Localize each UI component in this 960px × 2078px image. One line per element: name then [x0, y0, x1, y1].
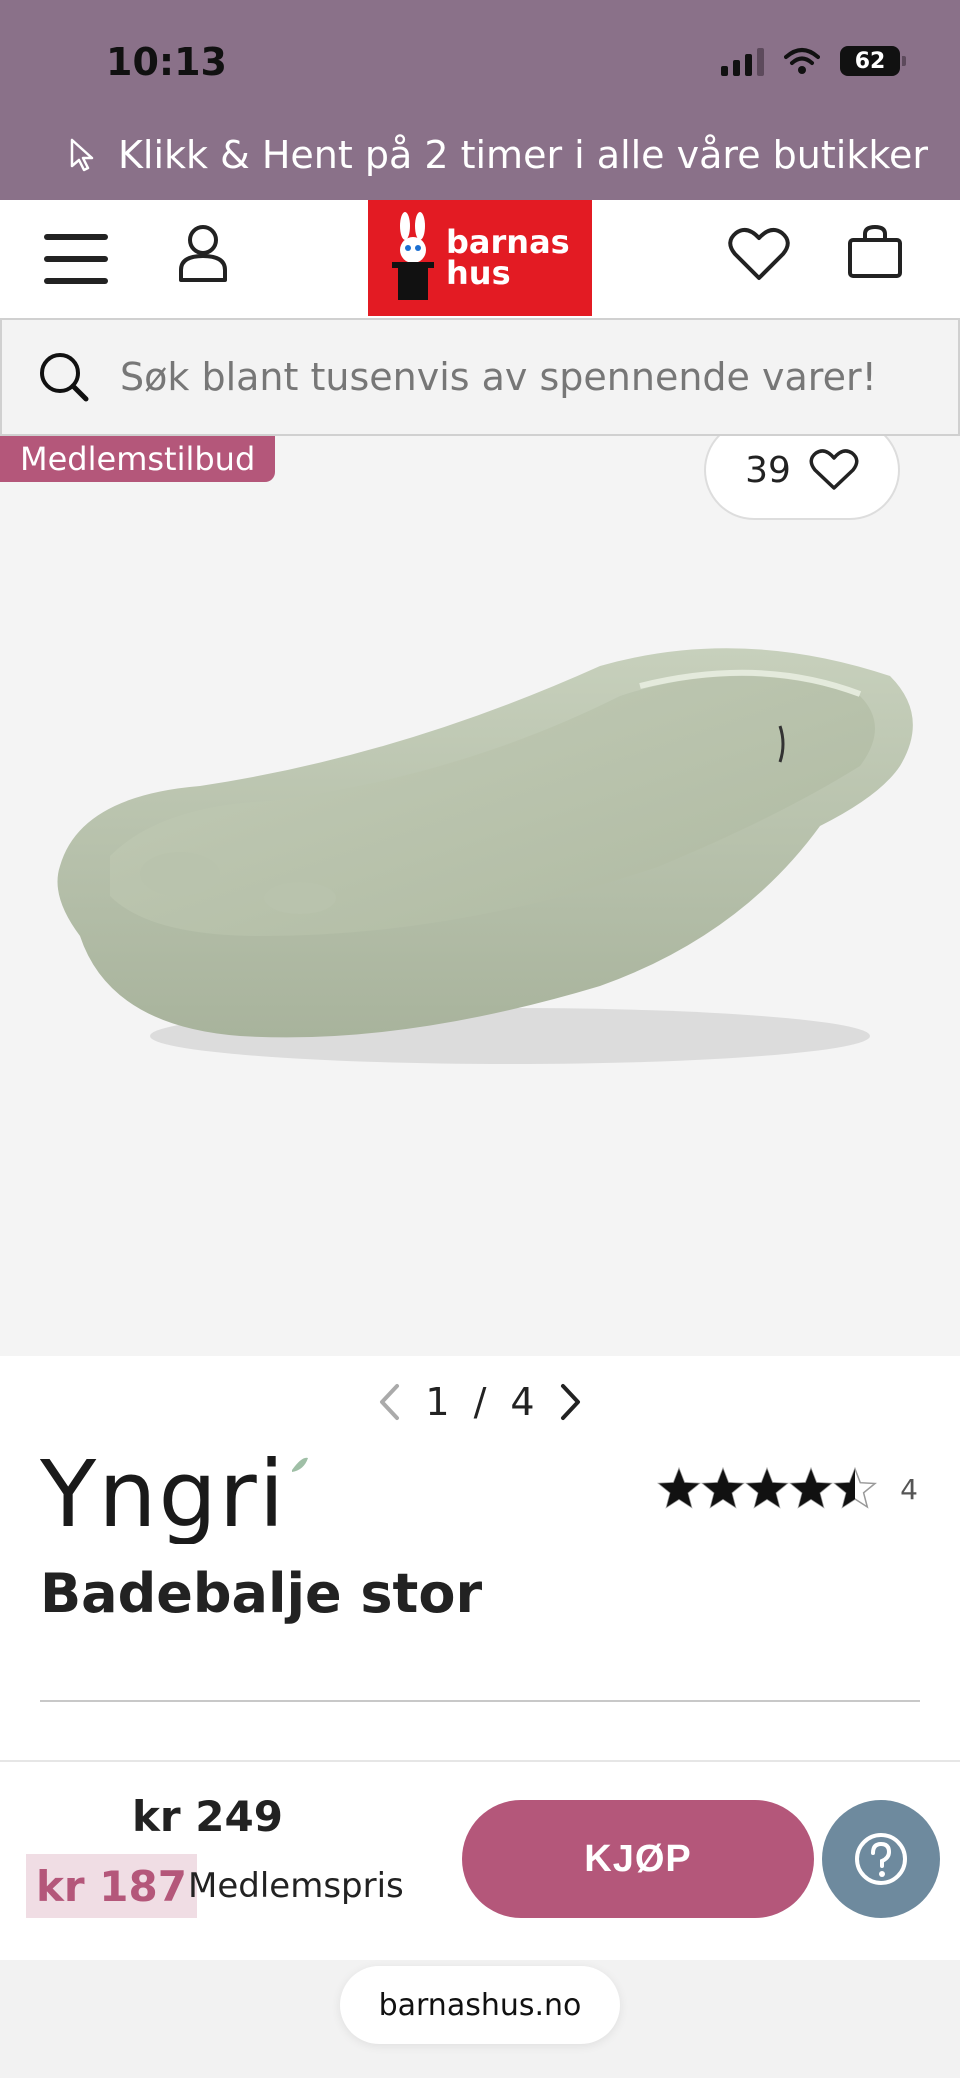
favorite-button[interactable]: 39: [704, 436, 900, 520]
top-banner: 10:13 62 Klikk & Hent på 2 timer i alle …: [0, 0, 960, 200]
promo-text: Klikk & Hent på 2 timer i alle våre buti…: [118, 133, 928, 177]
promo-banner[interactable]: Klikk & Hent på 2 timer i alle våre buti…: [68, 133, 928, 177]
question-icon: [855, 1833, 907, 1885]
wishlist-icon[interactable]: [728, 226, 790, 282]
chevron-right-icon[interactable]: [559, 1383, 583, 1421]
product-rating[interactable]: 4: [656, 1466, 918, 1512]
account-icon[interactable]: [176, 222, 230, 284]
rating-count: 4: [900, 1472, 918, 1506]
rating-star: [659, 1469, 700, 1507]
svg-text:Yngri: Yngri: [40, 1448, 286, 1544]
menu-icon[interactable]: [44, 234, 108, 284]
rabbit-hat-icon: [392, 212, 434, 300]
cellular-signal-icon: [721, 46, 764, 76]
favorite-count: 39: [745, 449, 791, 491]
site-logo[interactable]: barnas hus: [368, 200, 592, 316]
page-total: 4: [510, 1380, 535, 1424]
buy-bar: kr 249 kr 187 Medlemspris KJØP: [0, 1760, 960, 1960]
divider: [40, 1700, 920, 1702]
help-button[interactable]: [822, 1800, 940, 1918]
battery-icon: 62: [840, 46, 906, 76]
brand-logo[interactable]: Yngri: [40, 1448, 310, 1544]
status-time: 10:13: [106, 40, 227, 84]
rating-star: [747, 1469, 788, 1507]
product-image[interactable]: [40, 636, 920, 1096]
logo-text: barnas hus: [446, 223, 570, 292]
rating-stars: [657, 1466, 878, 1509]
page-current: 1: [425, 1380, 450, 1424]
cart-icon[interactable]: [846, 224, 904, 280]
member-price-label: Medlemspris: [188, 1866, 404, 1906]
chevron-left-icon[interactable]: [377, 1383, 401, 1421]
gallery-pager: 1 / 4: [0, 1380, 960, 1424]
rating-star: [703, 1469, 744, 1507]
search-bar[interactable]: Søk blant tusenvis av spennende varer!: [0, 318, 960, 436]
regular-price: kr 249: [132, 1792, 283, 1841]
product-title: Badebalje stor: [40, 1562, 483, 1625]
heart-icon: [809, 449, 859, 490]
product-gallery[interactable]: Medlemstilbud 39: [0, 436, 960, 1356]
cursor-icon: [70, 138, 94, 172]
status-indicators: 62: [721, 46, 906, 76]
rating-star: [791, 1469, 832, 1507]
page-separator: /: [473, 1380, 487, 1424]
member-price: kr 187: [26, 1854, 197, 1918]
wifi-icon: [784, 48, 820, 74]
browser-address[interactable]: barnashus.no: [340, 1966, 620, 2044]
search-icon: [40, 353, 89, 402]
search-input[interactable]: Søk blant tusenvis av spennende varer!: [120, 355, 877, 399]
member-offer-badge: Medlemstilbud: [0, 436, 276, 482]
buy-button[interactable]: KJØP: [462, 1800, 814, 1918]
